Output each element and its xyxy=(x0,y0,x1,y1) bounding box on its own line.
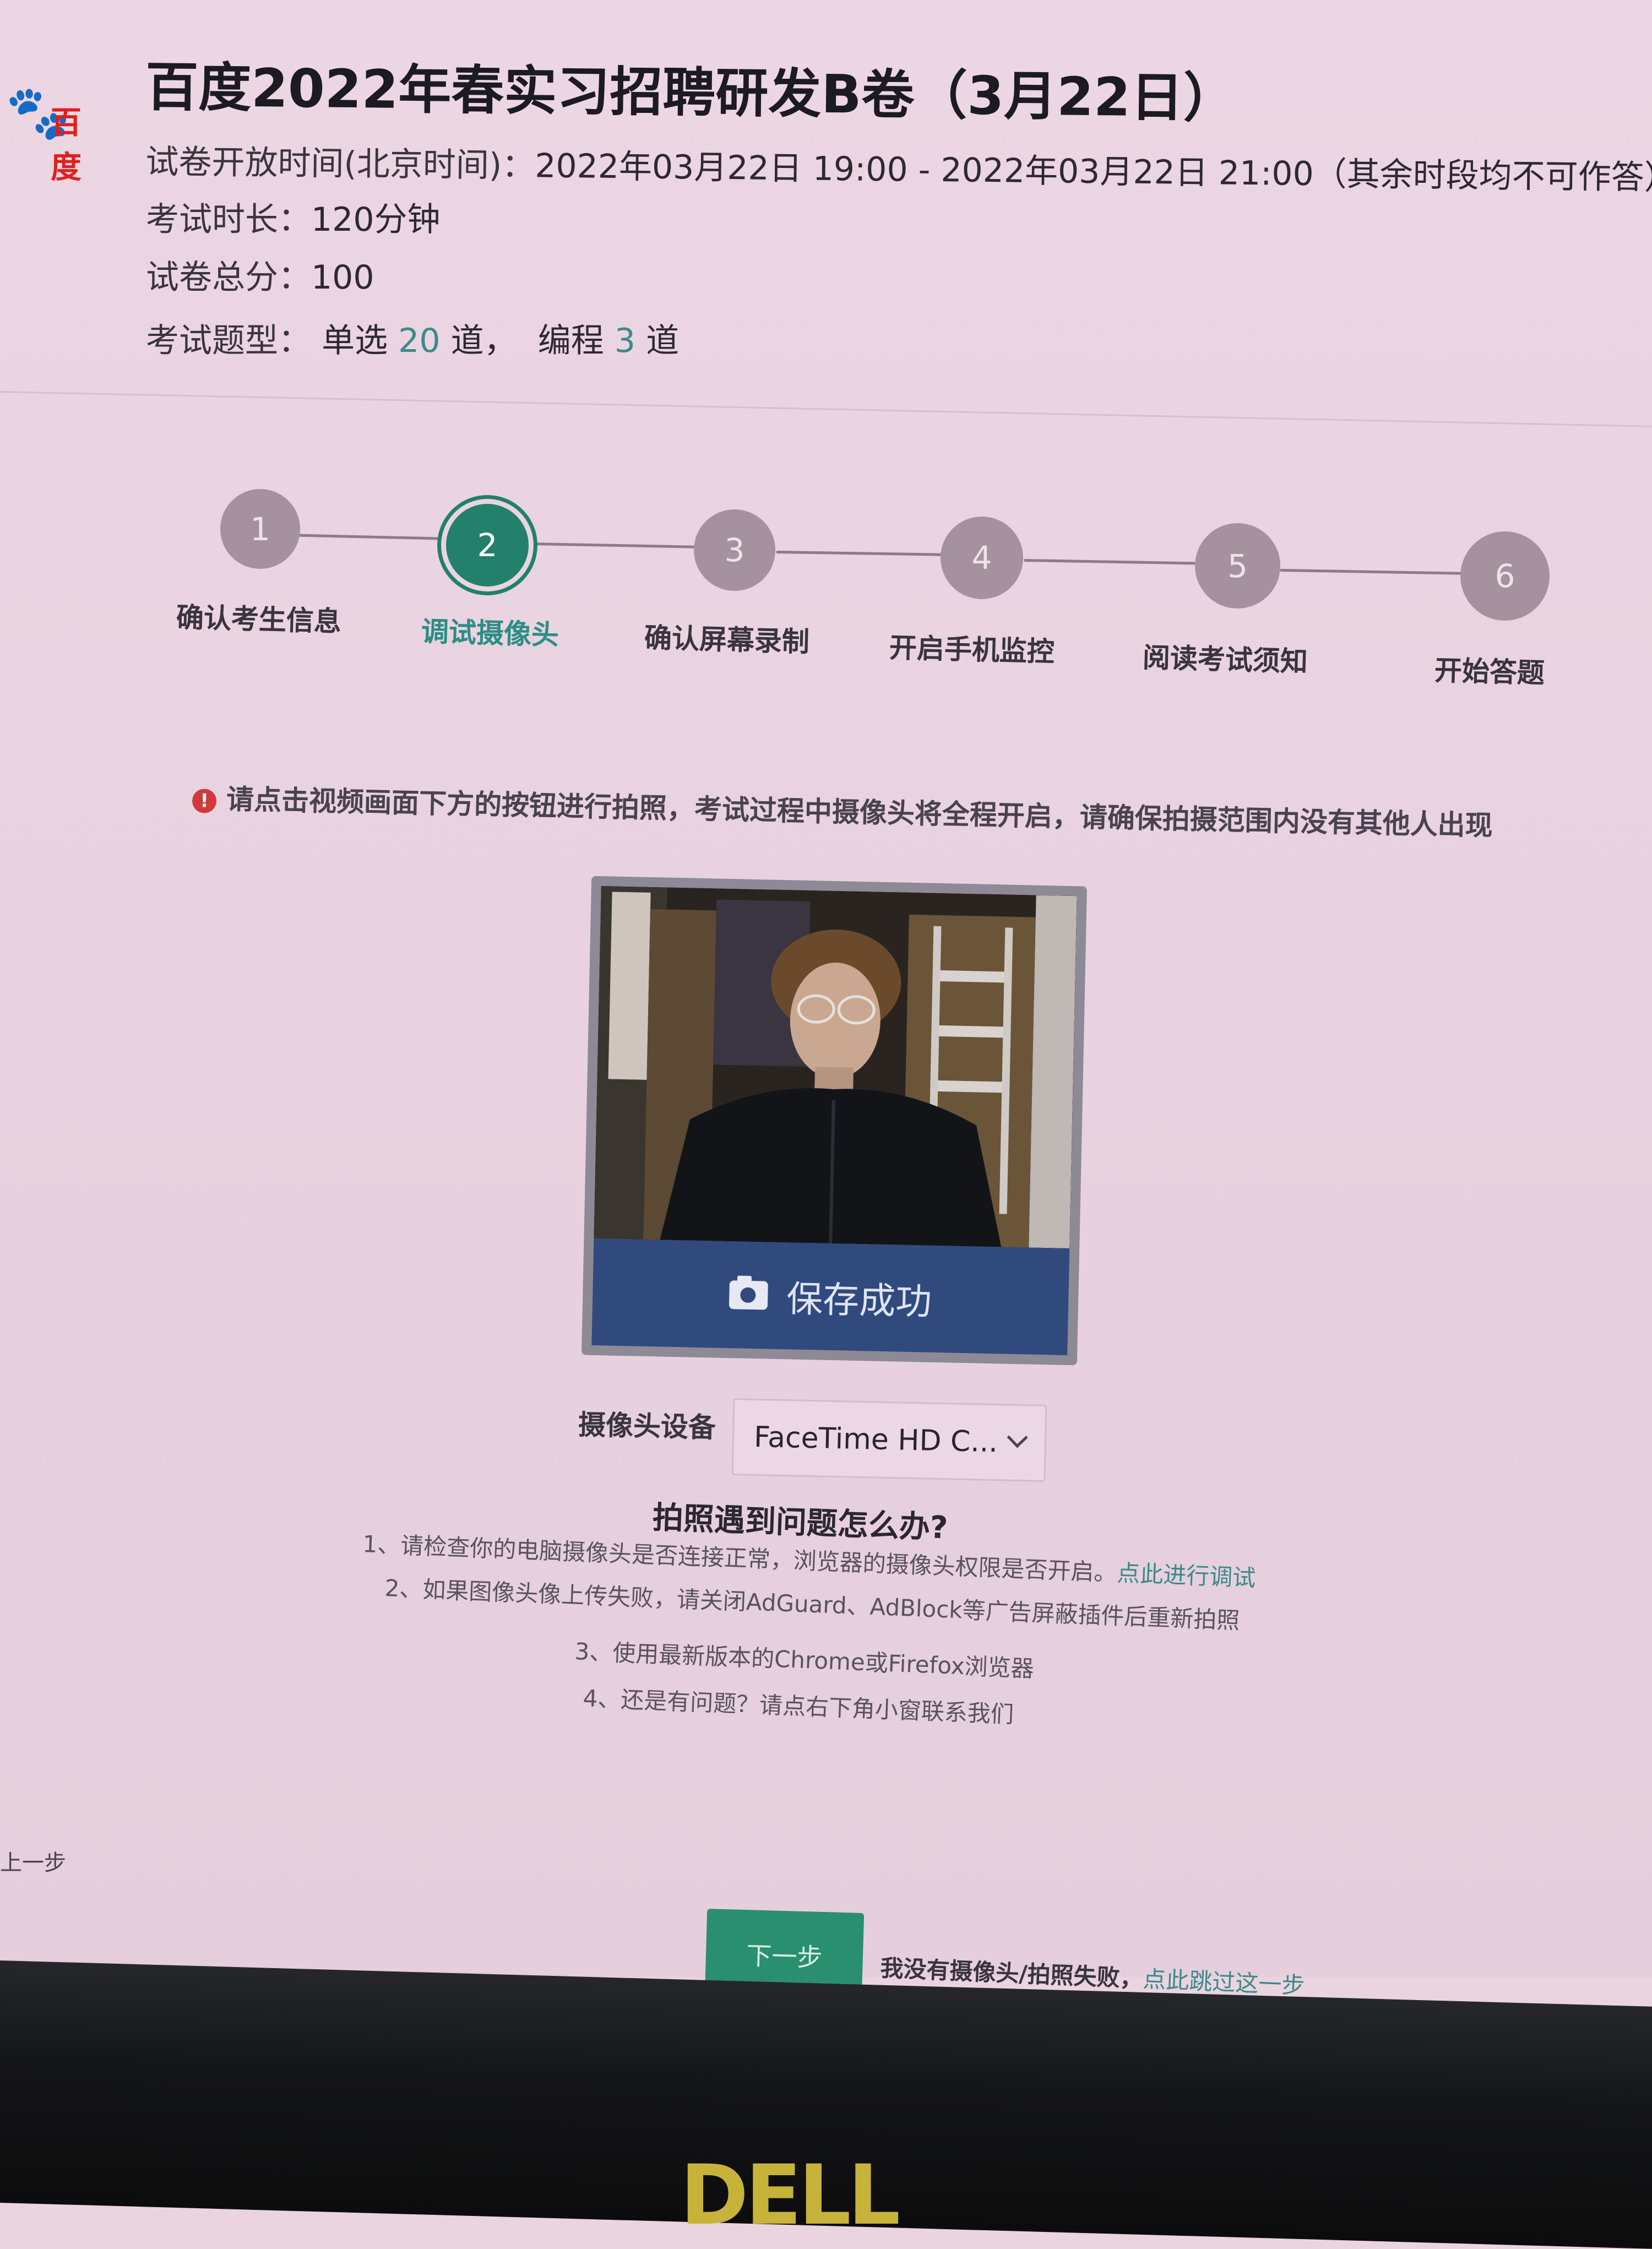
debug-link[interactable]: 点此进行调试 xyxy=(1116,1560,1256,1592)
step-4-label: 开启手机监控 xyxy=(889,632,1055,668)
webcam-video xyxy=(594,886,1077,1248)
step-5-label: 阅读考试须知 xyxy=(1142,642,1308,678)
step-connector xyxy=(776,551,942,556)
camera-device-select[interactable]: FaceTime HD C... xyxy=(731,1398,1047,1482)
step-6-label: 开始答题 xyxy=(1434,654,1545,689)
prev-step-button[interactable]: 上一步 xyxy=(0,1845,66,1877)
camera-icon xyxy=(729,1280,768,1310)
camera-preview: 保存成功 xyxy=(581,876,1088,1366)
step-6-circle[interactable]: 6 xyxy=(1460,531,1550,621)
duration: 考试时长：120分钟 xyxy=(146,200,441,239)
save-photo-button[interactable]: 保存成功 xyxy=(591,1238,1070,1355)
faq-item-3: 3、使用最新版本的Chrome或Firefox浏览器 xyxy=(574,1637,1035,1682)
step-connector xyxy=(1280,569,1462,575)
camera-notice: ! 请点击视频画面下方的按钮进行拍照，考试过程中摄像头将全程开启，请确保拍摄范围内… xyxy=(192,776,1493,843)
question-types: 考试题型： 单选 20 道， 编程 3 道 xyxy=(146,322,680,360)
step-2-label: 调试摄像头 xyxy=(421,615,559,651)
monitor-brand-logo: DELL xyxy=(680,2148,900,2243)
step-connector xyxy=(1024,559,1195,565)
step-3-label: 确认屏幕录制 xyxy=(644,622,810,658)
warning-icon: ! xyxy=(192,788,217,813)
step-2-circle[interactable]: 2 xyxy=(446,504,529,586)
chevron-down-icon xyxy=(1007,1427,1028,1448)
camera-device-label: 摄像头设备 xyxy=(578,1409,716,1444)
open-time: 试卷开放时间(北京时间)：2022年03月22日 19:00 - 2022年03… xyxy=(145,142,1652,198)
step-3-circle[interactable]: 3 xyxy=(694,509,775,591)
header-divider xyxy=(0,391,1652,427)
step-1-circle[interactable]: 1 xyxy=(220,489,300,569)
webcam-image xyxy=(594,886,1077,1248)
step-1-label: 确认考生信息 xyxy=(176,601,342,638)
step-connector xyxy=(531,542,697,548)
exam-title: 百度2022年春实习招聘研发B卷（3月22日） xyxy=(145,56,1237,129)
step-4-circle[interactable]: 4 xyxy=(941,517,1023,599)
total-score: 试卷总分：100 xyxy=(146,258,374,297)
baidu-logo: 🐾 百度 xyxy=(6,83,81,186)
faq-item-4: 4、还是有问题？请点右下角小窗联系我们 xyxy=(582,1684,1014,1729)
exam-screen: 🐾 百度 百度2022年春实习招聘研发B卷（3月22日） 试卷开放时间(北京时间… xyxy=(0,0,1652,2001)
step-5-circle[interactable]: 5 xyxy=(1195,523,1280,609)
